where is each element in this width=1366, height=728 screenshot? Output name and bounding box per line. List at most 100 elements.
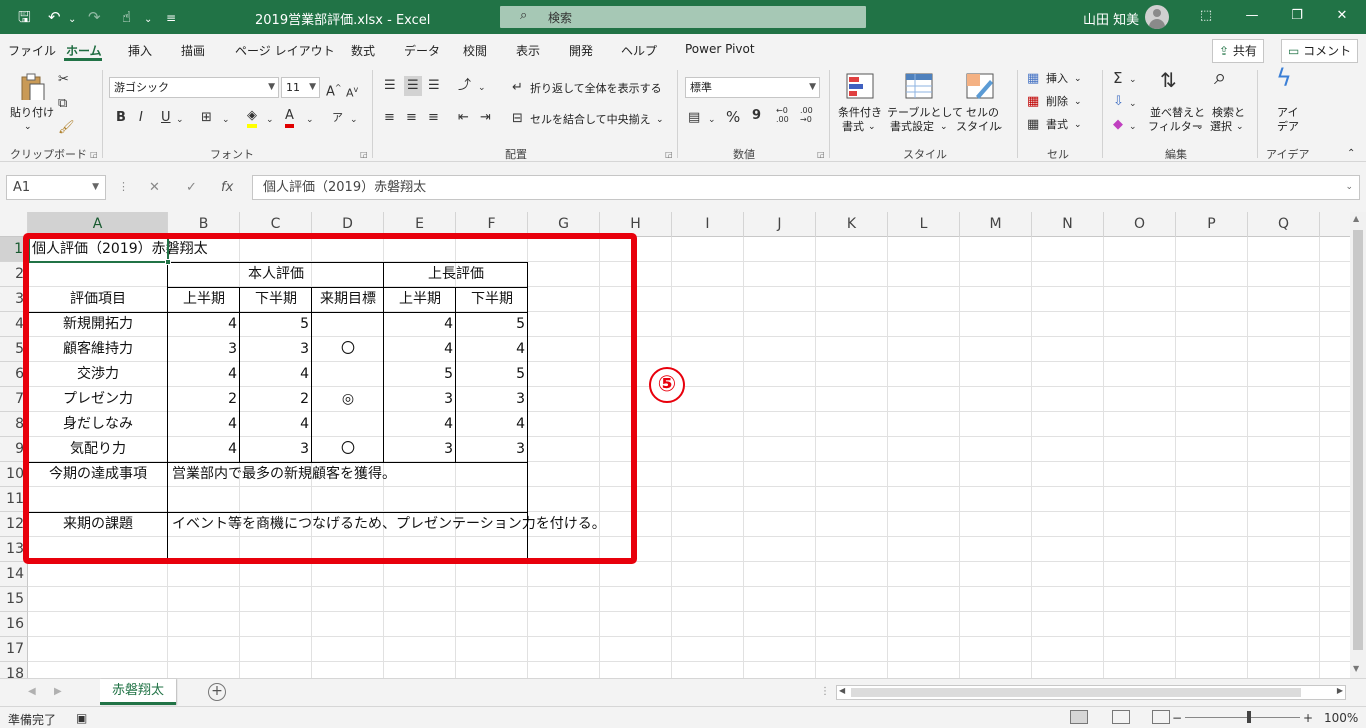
redo-icon[interactable]: ↷ <box>88 8 101 26</box>
column-header-o[interactable]: O <box>1104 212 1176 237</box>
save-icon[interactable]: 🖫 <box>18 8 31 26</box>
comma-style-button[interactable]: 9 <box>752 108 761 124</box>
column-header-n[interactable]: N <box>1032 212 1104 237</box>
normal-view-icon[interactable] <box>1070 710 1088 724</box>
tab-developer[interactable]: 開発 <box>569 42 593 59</box>
column-header-q[interactable]: Q <box>1248 212 1320 237</box>
column-header-i[interactable]: I <box>672 212 744 237</box>
format-painter-icon[interactable]: 🖌 <box>58 120 75 136</box>
align-bottom-icon[interactable]: ☰ <box>428 78 440 94</box>
tab-view[interactable]: 表示 <box>516 42 540 59</box>
fill-dropdown-icon[interactable]: ⌄ <box>1129 96 1137 112</box>
zoom-level[interactable]: 100% <box>1324 711 1358 725</box>
grow-font-icon[interactable]: A^ <box>326 80 342 100</box>
tab-draw[interactable]: 描画 <box>181 42 205 59</box>
vertical-scrollbar[interactable]: ▲ ▼ <box>1350 212 1366 678</box>
h-scroll-thumb[interactable] <box>851 688 1301 697</box>
zoom-out-button[interactable]: − <box>1172 711 1182 725</box>
close-icon[interactable]: ✕ <box>1332 8 1352 23</box>
currency-dropdown-icon[interactable]: ⌄ <box>708 112 716 128</box>
collapse-ribbon-icon[interactable]: ⌃ <box>1347 146 1355 162</box>
tab-data[interactable]: データ <box>404 42 440 59</box>
alignment-launcher-icon[interactable]: ◲ <box>665 150 673 159</box>
row-header-14[interactable]: 14 <box>0 562 28 587</box>
align-middle-icon[interactable]: ☰ <box>404 76 422 96</box>
add-sheet-button[interactable]: + <box>208 683 226 701</box>
cancel-icon[interactable]: ✕ <box>149 180 160 195</box>
tab-home[interactable]: ホーム <box>66 42 102 59</box>
search-box[interactable]: ⌕ 検索 <box>500 6 866 28</box>
autosum-icon[interactable]: Σ <box>1113 70 1122 86</box>
font-color-dropdown-icon[interactable]: ⌄ <box>306 112 314 128</box>
font-size-select[interactable]: 11 ▼ <box>281 77 320 98</box>
bold-button[interactable]: B <box>116 110 126 126</box>
insert-function-icon[interactable]: fx <box>221 180 233 195</box>
align-left-icon[interactable]: ≡ <box>384 110 395 126</box>
clear-icon[interactable]: ◆ <box>1113 117 1123 133</box>
customize-toolbar-icon[interactable]: ≡ <box>166 9 176 27</box>
zoom-slider-knob[interactable] <box>1247 711 1251 723</box>
align-center-icon[interactable]: ≡ <box>406 110 417 126</box>
tab-review[interactable]: 校閲 <box>463 42 487 59</box>
restore-icon[interactable]: ❐ <box>1287 8 1307 23</box>
horizontal-scrollbar[interactable]: ◀ ▶ <box>836 685 1346 700</box>
comments-button[interactable]: ▭ コメント <box>1281 39 1359 63</box>
number-format-select[interactable]: 標準 ▼ <box>685 77 820 98</box>
tab-split-handle[interactable]: ⋮ <box>820 686 830 697</box>
sheet-tab[interactable]: 赤磐翔太 <box>100 679 176 705</box>
macro-record-icon[interactable]: ▣ <box>76 711 87 725</box>
increase-indent-icon[interactable]: ⇥ <box>480 110 491 126</box>
decrease-decimal-button[interactable]: .00 →0 <box>800 106 822 124</box>
font-color-icon[interactable]: A <box>285 108 294 128</box>
touch-dropdown-icon[interactable]: ⌄ <box>144 11 152 29</box>
touch-mode-icon[interactable]: ☝ <box>122 8 131 26</box>
zoom-slider[interactable] <box>1185 717 1300 718</box>
row-header-17[interactable]: 17 <box>0 637 28 662</box>
font-launcher-icon[interactable]: ◲ <box>360 150 368 159</box>
fill-dropdown-icon[interactable]: ⌄ <box>266 112 274 128</box>
page-layout-view-icon[interactable] <box>1112 710 1130 724</box>
worksheet-grid[interactable]: ABCDEFGHIJKLMNOPQ 1 2 3 4 5 6 7 8 9 10 11 12 13 14 15 1… <box>0 212 1350 678</box>
clipboard-launcher-icon[interactable]: ◲ <box>90 150 98 159</box>
decrease-indent-icon[interactable]: ⇤ <box>458 110 469 126</box>
align-top-icon[interactable]: ☰ <box>384 78 396 94</box>
tab-power-pivot[interactable]: Power Pivot <box>685 42 755 56</box>
fill-color-icon[interactable]: ◈ <box>247 108 257 128</box>
underline-dropdown-icon[interactable]: ⌄ <box>176 112 184 128</box>
tab-page-layout[interactable]: ページ レイアウト <box>235 42 335 59</box>
tab-file[interactable]: ファイル <box>8 42 56 59</box>
scroll-up-icon[interactable]: ▲ <box>1353 214 1359 223</box>
row-header-16[interactable]: 16 <box>0 612 28 637</box>
cut-icon[interactable]: ✂ <box>58 72 69 88</box>
underline-button[interactable]: U <box>161 110 171 126</box>
scroll-thumb[interactable] <box>1353 230 1363 650</box>
page-break-view-icon[interactable] <box>1152 710 1170 724</box>
column-header-p[interactable]: P <box>1176 212 1248 237</box>
avatar[interactable] <box>1145 5 1169 29</box>
increase-decimal-button[interactable]: ←0 .00 <box>776 106 796 124</box>
phonetic-icon[interactable]: ア <box>332 110 343 126</box>
user-name[interactable]: 山田 知美 <box>1083 9 1139 28</box>
undo-icon[interactable]: ↶ <box>48 8 61 26</box>
next-sheet-icon[interactable]: ▶ <box>54 686 62 697</box>
tab-formulas[interactable]: 数式 <box>351 42 375 59</box>
align-right-icon[interactable]: ≡ <box>428 110 439 126</box>
ribbon-display-icon[interactable]: ⬚ <box>1196 8 1216 23</box>
name-box[interactable]: A1 ▼ <box>6 175 106 200</box>
orientation-dropdown-icon[interactable]: ⌄ <box>478 80 486 96</box>
autosum-dropdown-icon[interactable]: ⌄ <box>1129 72 1137 88</box>
scroll-down-icon[interactable]: ▼ <box>1353 664 1359 673</box>
fill-icon[interactable]: ⇩ <box>1113 94 1124 110</box>
zoom-in-button[interactable]: + <box>1303 711 1313 725</box>
undo-dropdown-icon[interactable]: ⌄ <box>68 11 76 29</box>
prev-sheet-icon[interactable]: ◀ <box>28 686 36 697</box>
number-launcher-icon[interactable]: ◲ <box>817 150 825 159</box>
minimize-icon[interactable]: — <box>1242 8 1262 23</box>
currency-icon[interactable]: ▤ <box>688 110 700 126</box>
expand-formula-icon[interactable]: ⌄ <box>1345 176 1353 199</box>
enter-icon[interactable]: ✓ <box>186 180 197 195</box>
row-header-15[interactable]: 15 <box>0 587 28 612</box>
column-header-k[interactable]: K <box>816 212 888 237</box>
phonetic-dropdown-icon[interactable]: ⌄ <box>350 112 358 128</box>
italic-button[interactable]: I <box>139 110 143 126</box>
